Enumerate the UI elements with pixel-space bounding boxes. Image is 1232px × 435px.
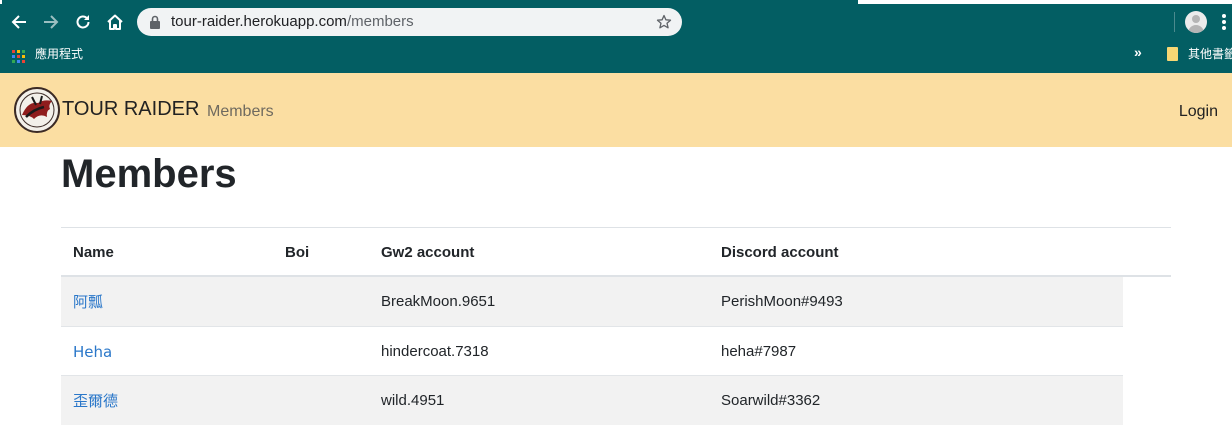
member-gw2-account: BreakMoon.9651 bbox=[381, 293, 496, 310]
member-discord-account: Soarwild#3362 bbox=[721, 392, 821, 409]
header-discord-account: Discord account bbox=[721, 244, 839, 261]
member-name-link[interactable]: 阿瓢 bbox=[73, 293, 103, 311]
table-row: 歪爾德 wild.4951 Soarwild#3362 bbox=[61, 376, 1123, 425]
home-icon bbox=[107, 14, 123, 30]
reload-icon bbox=[76, 15, 90, 29]
url-path: /members bbox=[346, 13, 414, 30]
url-host: tour-raider.herokuapp.com bbox=[171, 13, 347, 30]
chevron-double-right-icon[interactable]: » bbox=[1134, 44, 1142, 60]
active-tab-edge bbox=[858, 0, 1232, 4]
reload-button[interactable] bbox=[70, 9, 96, 35]
forward-arrow-icon bbox=[44, 15, 59, 29]
back-button[interactable] bbox=[6, 9, 32, 35]
menu-kebab-icon[interactable] bbox=[1222, 14, 1228, 30]
member-gw2-account: hindercoat.7318 bbox=[381, 343, 489, 360]
login-link[interactable]: Login bbox=[1179, 102, 1218, 122]
brand-logo[interactable] bbox=[14, 87, 60, 133]
member-discord-account: PerishMoon#9493 bbox=[721, 293, 843, 310]
brand-name[interactable]: TOUR RAIDER bbox=[62, 97, 199, 121]
star-icon[interactable] bbox=[656, 14, 672, 30]
apps-grid-icon[interactable] bbox=[12, 50, 25, 63]
table-row: Heha hindercoat.7318 heha#7987 bbox=[61, 327, 1123, 376]
table-header: Name Boi Gw2 account Discord account bbox=[61, 228, 1171, 276]
browser-toolbar: tour-raider.herokuapp.com/members bbox=[0, 0, 1232, 44]
address-bar[interactable]: tour-raider.herokuapp.com/members bbox=[137, 8, 682, 36]
member-name-link[interactable]: Heha bbox=[73, 343, 112, 361]
table-row: 阿瓢 BreakMoon.9651 PerishMoon#9493 bbox=[61, 277, 1123, 326]
header-name: Name bbox=[73, 244, 114, 261]
header-gw2-account: Gw2 account bbox=[381, 244, 475, 261]
home-button[interactable] bbox=[102, 9, 128, 35]
profile-avatar-icon[interactable] bbox=[1185, 11, 1207, 33]
tab-strip-edge bbox=[0, 0, 2, 4]
site-navbar: TOUR RAIDER Members Login bbox=[0, 73, 1232, 147]
forward-button[interactable] bbox=[38, 9, 64, 35]
back-arrow-icon bbox=[11, 15, 26, 29]
url-text: tour-raider.herokuapp.com/members bbox=[171, 14, 414, 30]
member-gw2-account: wild.4951 bbox=[381, 392, 445, 409]
toolbar-divider bbox=[1174, 12, 1175, 32]
nav-link-members[interactable]: Members bbox=[207, 102, 274, 122]
page-title: Members bbox=[61, 152, 237, 196]
bookmark-apps[interactable]: 應用程式 bbox=[35, 47, 83, 61]
header-boi: Boi bbox=[285, 244, 310, 261]
folder-icon bbox=[1167, 47, 1178, 61]
lock-icon bbox=[150, 15, 160, 29]
member-discord-account: heha#7987 bbox=[721, 343, 797, 360]
member-name-link[interactable]: 歪爾德 bbox=[73, 392, 118, 410]
bookmark-other[interactable]: 其他書籤 bbox=[1188, 47, 1232, 61]
bookmarks-bar: 應用程式 » 其他書籤 bbox=[0, 44, 1232, 73]
